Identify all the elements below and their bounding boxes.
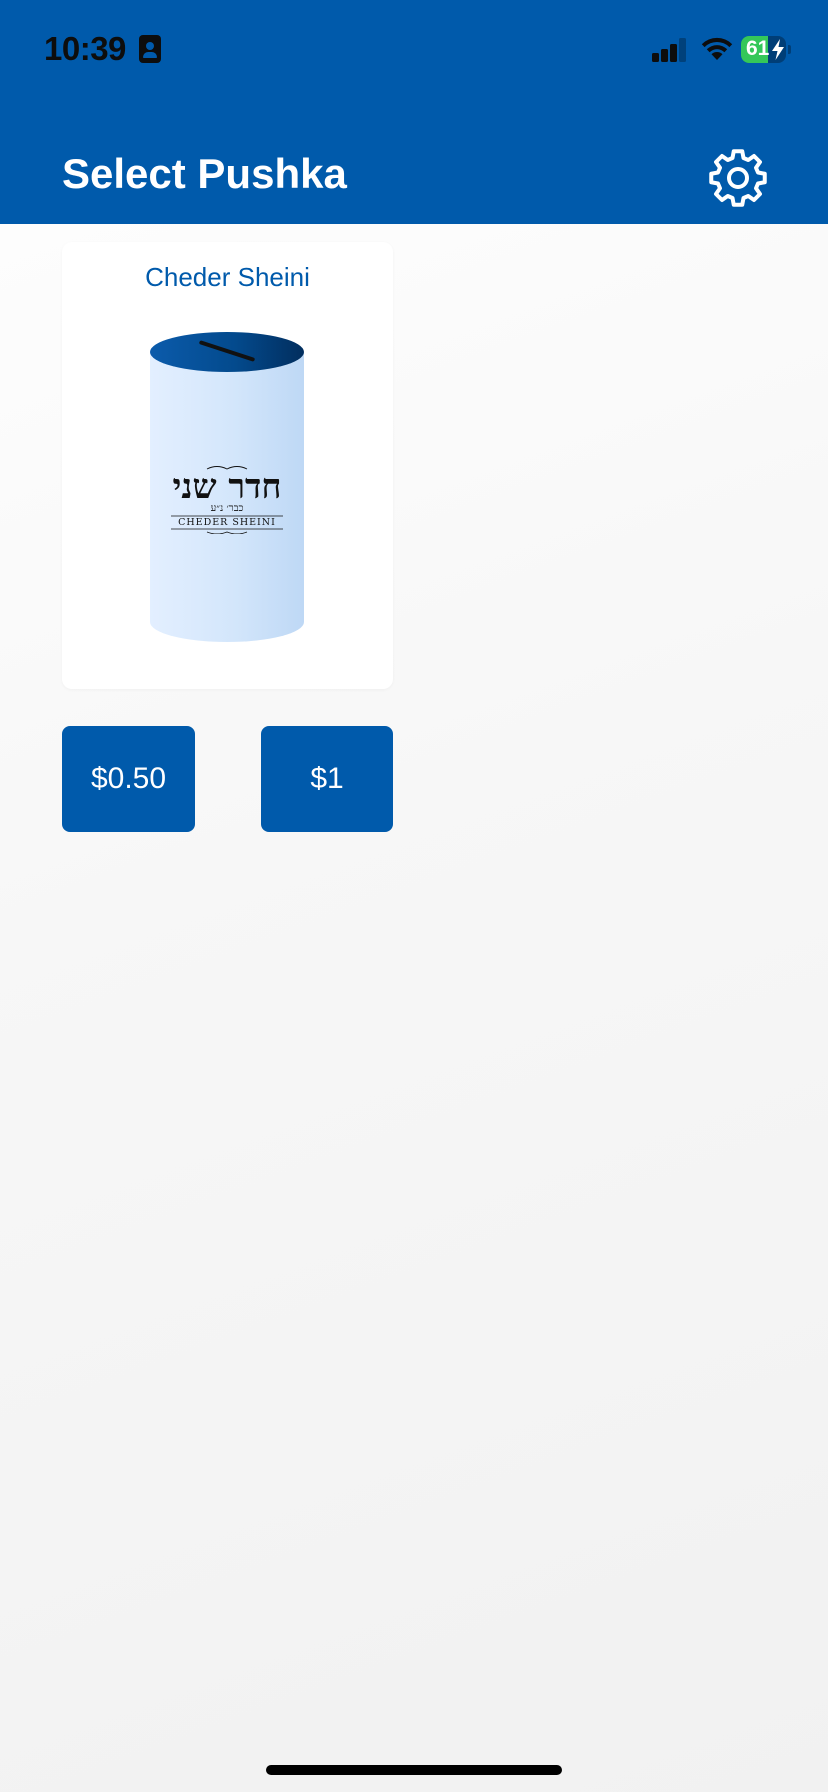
page-title: Select Pushka — [62, 150, 347, 197]
battery-charging-icon: 61 — [741, 36, 791, 63]
cellular-signal-icon — [652, 38, 688, 62]
home-indicator[interactable] — [266, 1765, 562, 1775]
amount-button-1[interactable]: $1 — [261, 726, 393, 832]
charging-bolt-icon — [772, 39, 784, 60]
status-time: 10:39 — [44, 30, 126, 67]
gear-icon — [709, 149, 767, 207]
pushka-name: Cheder Sheini — [145, 262, 310, 292]
id-badge-icon — [139, 35, 161, 63]
svg-text:CHEDER SHEINI: CHEDER SHEINI — [178, 517, 276, 528]
svg-text:כבר׳ נ״ע: כבר׳ נ״ע — [211, 503, 244, 514]
wifi-icon — [701, 37, 733, 60]
svg-text:חדר שני: חדר שני — [172, 467, 281, 507]
settings-button[interactable] — [708, 148, 768, 208]
cheder-sheini-logo: חדר שני כבר׳ נ״ע CHEDER SHEINI — [167, 464, 287, 535]
battery-percentage: 61 — [746, 37, 770, 60]
app-header: 10:39 61 Select Pushka — [0, 0, 828, 224]
amount-button-050[interactable]: $0.50 — [62, 726, 195, 832]
pushka-card[interactable]: Cheder Sheini חדר שני כבר׳ נ״ע CHEDER SH… — [62, 242, 393, 689]
pushka-box-image: חדר שני כבר׳ נ״ע CHEDER SHEINI — [150, 332, 306, 672]
